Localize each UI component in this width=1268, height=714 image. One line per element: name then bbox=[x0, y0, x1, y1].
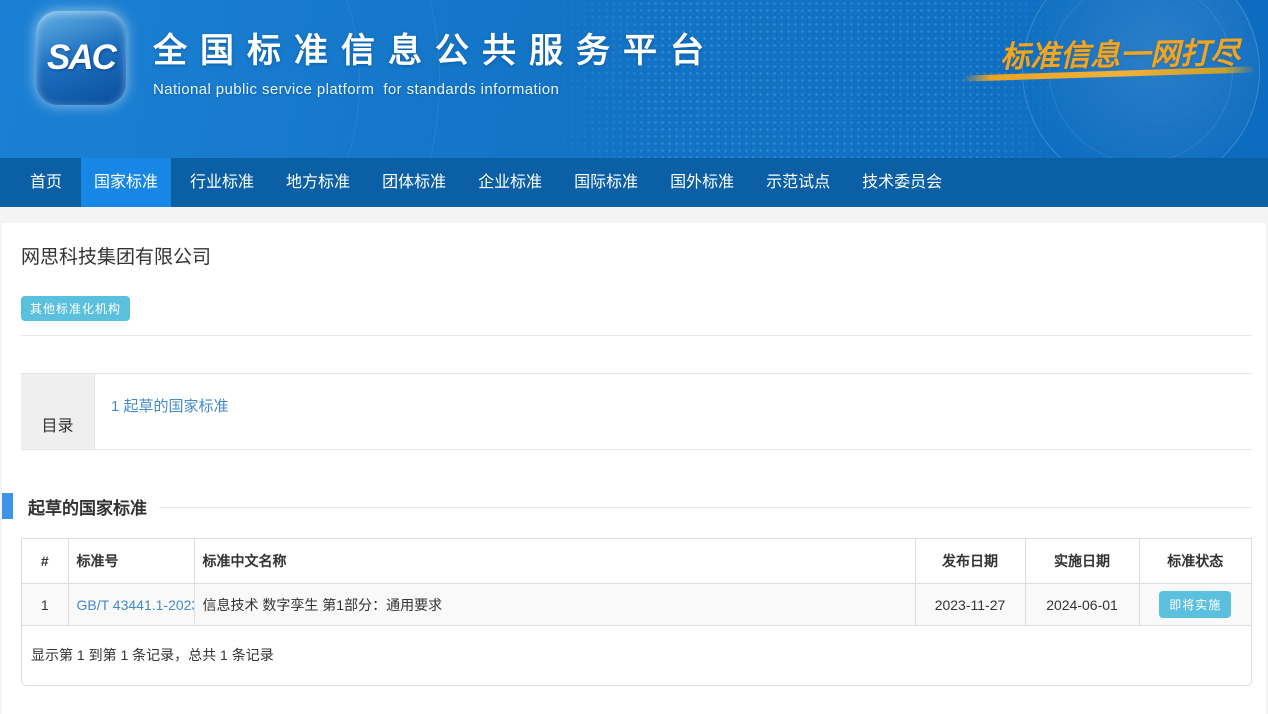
section-title-row: 起草的国家标准 bbox=[2, 493, 1266, 519]
nav-item[interactable]: 国外标准 bbox=[657, 158, 747, 207]
status-badge: 即将实施 bbox=[1159, 591, 1231, 618]
standard-no-cell: GB/T 43441.1-2023 bbox=[68, 584, 194, 626]
section-rule bbox=[159, 507, 1252, 508]
column-header: 实施日期 bbox=[1025, 539, 1139, 584]
section-title: 起草的国家标准 bbox=[28, 494, 147, 519]
table-header-row: #标准号标准中文名称发布日期实施日期标准状态 bbox=[22, 539, 1251, 584]
section-accent-bar bbox=[2, 493, 13, 519]
standards-table-container: #标准号标准中文名称发布日期实施日期标准状态 1 GB/T 43441.1-202… bbox=[21, 538, 1252, 686]
records-summary: 显示第 1 到第 1 条记录，总共 1 条记录 bbox=[22, 626, 1251, 685]
nav-item[interactable]: 行业标准 bbox=[177, 158, 267, 207]
status-cell: 即将实施 bbox=[1139, 584, 1251, 626]
nav-item[interactable]: 团体标准 bbox=[369, 158, 459, 207]
publish-date: 2023-11-27 bbox=[915, 584, 1025, 626]
org-header: 网思科技集团有限公司 其他标准化机构 bbox=[2, 223, 1266, 321]
table-row: 1GB/T 43441.1-2023信息技术 数字孪生 第1部分：通用要求202… bbox=[22, 584, 1251, 626]
toc-label: 目录 bbox=[21, 374, 95, 449]
nav-item[interactable]: 技术委员会 bbox=[849, 158, 955, 207]
column-header: 发布日期 bbox=[915, 539, 1025, 584]
standard-no-link[interactable]: GB/T 43441.1-2023 bbox=[77, 597, 195, 613]
nav-item[interactable]: 国际标准 bbox=[561, 158, 651, 207]
org-name: 网思科技集团有限公司 bbox=[21, 242, 1252, 269]
column-header: 标准状态 bbox=[1139, 539, 1251, 584]
nav-item[interactable]: 首页 bbox=[17, 158, 75, 207]
org-type-badge: 其他标准化机构 bbox=[21, 296, 130, 321]
toc-links: 1 起草的国家标准 bbox=[95, 374, 229, 449]
column-header: 标准号 bbox=[68, 539, 194, 584]
nav-item[interactable]: 地方标准 bbox=[273, 158, 363, 207]
site-title-cn: 全国标准信息公共服务平台 bbox=[153, 23, 717, 72]
nav-item[interactable]: 示范试点 bbox=[753, 158, 843, 207]
implement-date: 2024-06-01 bbox=[1025, 584, 1139, 626]
column-header: # bbox=[22, 539, 68, 584]
column-header: 标准中文名称 bbox=[194, 539, 915, 584]
site-title-en: National public service platform for sta… bbox=[153, 81, 717, 98]
globe-graphic bbox=[1022, 0, 1260, 158]
standard-name: 信息技术 数字孪生 第1部分：通用要求 bbox=[194, 584, 915, 626]
main-nav-list: 首页国家标准行业标准地方标准团体标准企业标准国际标准国外标准示范试点技术委员会 bbox=[0, 158, 1268, 207]
standards-table: #标准号标准中文名称发布日期实施日期标准状态 1 GB/T 43441.1-202… bbox=[22, 539, 1251, 626]
sac-logo[interactable]: SAC bbox=[36, 11, 126, 105]
toc-widget: 目录 1 起草的国家标准 bbox=[21, 373, 1252, 450]
table-body: 1GB/T 43441.1-2023信息技术 数字孪生 第1部分：通用要求202… bbox=[22, 584, 1251, 626]
content-card: 网思科技集团有限公司 其他标准化机构 目录 1 起草的国家标准 起草的国家标准 … bbox=[2, 223, 1266, 714]
site-header: SAC 全国标准信息公共服务平台 National public service… bbox=[0, 0, 1268, 158]
site-titles: 全国标准信息公共服务平台 National public service pla… bbox=[153, 23, 717, 98]
main-nav: 首页国家标准行业标准地方标准团体标准企业标准国际标准国外标准示范试点技术委员会 bbox=[0, 158, 1268, 207]
nav-item[interactable]: 企业标准 bbox=[465, 158, 555, 207]
row-index: 1 bbox=[22, 584, 68, 626]
nav-item[interactable]: 国家标准 bbox=[81, 158, 171, 207]
toc-link[interactable]: 1 起草的国家标准 bbox=[111, 398, 229, 415]
divider bbox=[21, 335, 1252, 336]
